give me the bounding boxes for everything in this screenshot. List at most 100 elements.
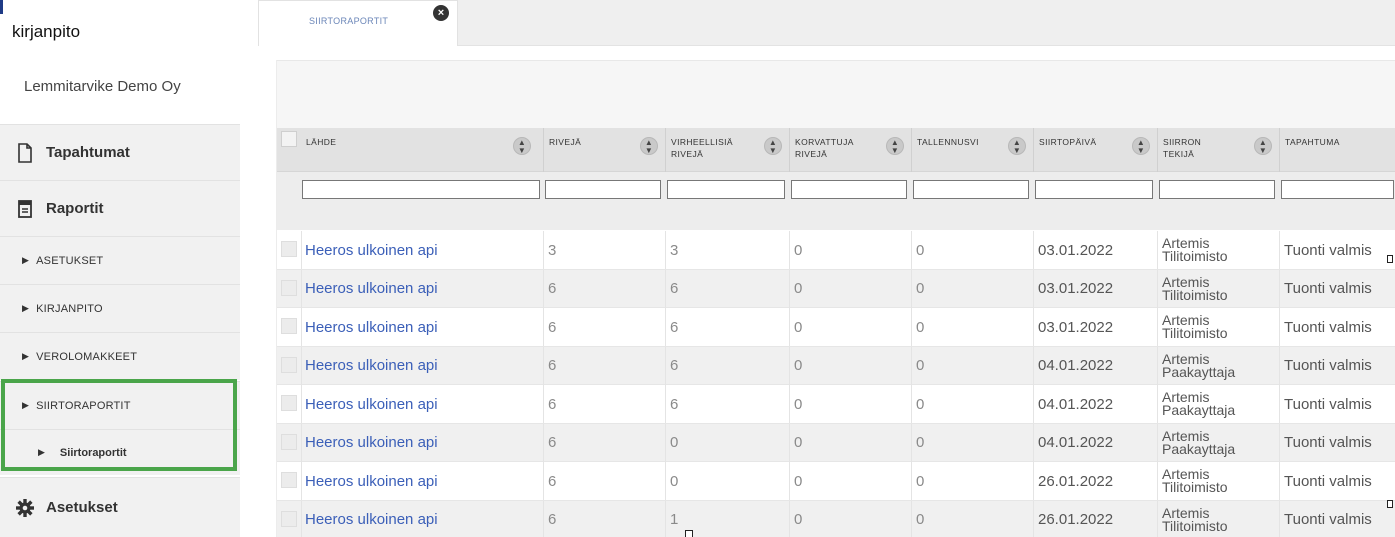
column-header-tapahtuma[interactable]: TAPAHTUMA bbox=[1279, 128, 1395, 172]
table-row[interactable]: Heeros ulkoinen api 3 3 0 0 03.01.2022 Artemis… bbox=[277, 231, 1395, 270]
cell-lahde[interactable]: Heeros ulkoinen api bbox=[301, 269, 543, 308]
sidebar-item-label: SIIRTORAPORTIT bbox=[36, 399, 131, 412]
cell-korvattuja: 0 bbox=[789, 231, 911, 269]
sidebar-item-raportit[interactable]: Raportit bbox=[0, 180, 240, 236]
cell-siirtopaiva: 03.01.2022 bbox=[1033, 231, 1157, 269]
sidebar-item-asetukset-section[interactable]: ▶ ASETUKSET bbox=[0, 236, 240, 284]
row-checkbox[interactable] bbox=[281, 510, 297, 527]
caret-right-icon: ▶ bbox=[22, 351, 30, 361]
row-checkbox[interactable] bbox=[281, 279, 297, 296]
sidebar-item-siirtoraportit-section[interactable]: ▶ SIIRTORAPORTIT bbox=[0, 381, 240, 429]
cell-virheellisia: 0 bbox=[665, 462, 789, 500]
table-row[interactable]: Heeros ulkoinen api 6 0 0 0 26.01.2022 Artemis… bbox=[277, 462, 1395, 501]
cell-siirtopaiva: 26.01.2022 bbox=[1033, 462, 1157, 500]
resize-handle[interactable] bbox=[685, 530, 693, 537]
cell-lahde[interactable]: Heeros ulkoinen api bbox=[301, 308, 543, 346]
sort-icon[interactable]: ▲ ▼ bbox=[1008, 137, 1026, 155]
column-header-lahde[interactable]: LÄHDE ▲ ▼ bbox=[301, 128, 543, 172]
sort-icon[interactable]: ▲ ▼ bbox=[1254, 137, 1272, 155]
sort-icon[interactable]: ▲ ▼ bbox=[1132, 137, 1150, 155]
row-checkbox[interactable] bbox=[281, 356, 297, 373]
table-row[interactable]: Heeros ulkoinen api 6 6 0 0 04.01.2022 Artemis… bbox=[277, 346, 1395, 385]
sidebar-item-label: Raportit bbox=[46, 200, 104, 217]
sort-icon[interactable]: ▲ ▼ bbox=[886, 137, 904, 155]
filter-input-tapahtuma[interactable] bbox=[1281, 180, 1394, 199]
tab-siirtoraportit[interactable]: SIIRTORAPORTIT × bbox=[258, 0, 458, 46]
main-area: SIIRTORAPORTIT × LÄHDE ▲ ▼ RIVEJÄ ▲ ▼ VIRH… bbox=[240, 0, 1395, 537]
cell-virheellisia: 0 bbox=[665, 423, 789, 462]
brand-accent-bar bbox=[0, 0, 3, 14]
tab-label: SIIRTORAPORTIT bbox=[309, 16, 389, 26]
document-icon bbox=[14, 142, 36, 164]
column-header-tallennus[interactable]: TALLENNUSVI ▲ ▼ bbox=[911, 128, 1033, 172]
author-line: Tilitoimisto bbox=[1162, 286, 1228, 303]
table-row[interactable]: Heeros ulkoinen api 6 1 0 0 26.01.2022 Artemis… bbox=[277, 500, 1395, 537]
resize-handle[interactable] bbox=[1387, 255, 1393, 263]
sort-icon[interactable]: ▲ ▼ bbox=[764, 137, 782, 155]
table-row[interactable]: Heeros ulkoinen api 6 6 0 0 04.01.2022 Artemis… bbox=[277, 385, 1395, 424]
column-header-korvattuja[interactable]: KORVATTUJA RIVEJÄ ▲ ▼ bbox=[789, 128, 911, 172]
cell-tapahtuma: Tuonti valmis bbox=[1279, 346, 1395, 385]
sidebar-item-siirtoraportit[interactable]: ▶ Siirtoraportit bbox=[0, 429, 240, 475]
sidebar-item-label: Siirtoraportit bbox=[59, 446, 127, 459]
filter-input-lahde[interactable] bbox=[302, 180, 540, 199]
cell-lahde[interactable]: Heeros ulkoinen api bbox=[301, 385, 543, 423]
cell-tapahtuma: Tuonti valmis bbox=[1279, 423, 1395, 462]
sort-icon[interactable]: ▲ ▼ bbox=[640, 137, 658, 155]
row-checkbox[interactable] bbox=[281, 472, 297, 488]
sidebar-item-kirjanpito[interactable]: ▶ KIRJANPITO bbox=[0, 284, 240, 332]
row-checkbox[interactable] bbox=[281, 318, 297, 334]
author-line: Tilitoimisto bbox=[1162, 479, 1228, 495]
cell-tallennus: 0 bbox=[911, 423, 1033, 462]
filter-input-siirtopaiva[interactable] bbox=[1035, 180, 1153, 199]
cell-korvattuja: 0 bbox=[789, 423, 911, 462]
cell-riveja: 3 bbox=[543, 231, 665, 269]
row-checkbox[interactable] bbox=[281, 433, 297, 450]
cell-tapahtuma: Tuonti valmis bbox=[1279, 269, 1395, 308]
cell-riveja: 6 bbox=[543, 385, 665, 423]
sidebar-item-asetukset[interactable]: Asetukset bbox=[0, 477, 240, 537]
cell-virheellisia: 6 bbox=[665, 308, 789, 346]
sort-icon[interactable]: ▲ ▼ bbox=[513, 137, 531, 155]
cell-riveja: 6 bbox=[543, 346, 665, 385]
author-line: Paakayttaja bbox=[1162, 440, 1236, 457]
cell-lahde[interactable]: Heeros ulkoinen api bbox=[301, 231, 543, 269]
filter-input-tallennus[interactable] bbox=[913, 180, 1029, 199]
row-checkbox[interactable] bbox=[281, 241, 297, 257]
filter-input-virheellisia[interactable] bbox=[667, 180, 785, 199]
column-header-siirron-tekija[interactable]: SIIRRON TEKIJÄ ▲ ▼ bbox=[1157, 128, 1279, 172]
cell-siirtopaiva: 03.01.2022 bbox=[1033, 308, 1157, 346]
filter-input-korvattuja[interactable] bbox=[791, 180, 907, 199]
cell-siirtopaiva: 04.01.2022 bbox=[1033, 385, 1157, 423]
table-row[interactable]: Heeros ulkoinen api 6 0 0 0 04.01.2022 Artemis… bbox=[277, 423, 1395, 462]
column-header-siirtopaiva[interactable]: SIIRTOPÄIVÄ ▲ ▼ bbox=[1033, 128, 1157, 172]
filter-input-riveja[interactable] bbox=[545, 180, 661, 199]
cell-siirtopaiva: 04.01.2022 bbox=[1033, 423, 1157, 462]
gear-icon bbox=[14, 497, 36, 519]
table-row[interactable]: Heeros ulkoinen api 6 6 0 0 03.01.2022 Artemis… bbox=[277, 308, 1395, 347]
author-line: Tilitoimisto bbox=[1162, 517, 1228, 534]
select-all-checkbox[interactable] bbox=[281, 131, 297, 147]
panel-toolbar bbox=[277, 60, 1395, 128]
row-checkbox[interactable] bbox=[281, 395, 297, 411]
table-row[interactable]: Heeros ulkoinen api 6 6 0 0 03.01.2022 Artemis… bbox=[277, 269, 1395, 308]
company-name[interactable]: Lemmitarvike Demo Oy bbox=[24, 78, 181, 95]
sidebar-item-tapahtumat[interactable]: Tapahtumat bbox=[0, 124, 240, 180]
cell-virheellisia: 6 bbox=[665, 269, 789, 308]
resize-handle[interactable] bbox=[1387, 500, 1393, 508]
cell-lahde[interactable]: Heeros ulkoinen api bbox=[301, 423, 543, 462]
cell-lahde[interactable]: Heeros ulkoinen api bbox=[301, 462, 543, 500]
cell-siirron-tekija: Artemis Tilitoimisto bbox=[1157, 462, 1279, 500]
sidebar-item-verolomakkeet[interactable]: ▶ VEROLOMAKKEET bbox=[0, 332, 240, 380]
sidebar-item-label: ASETUKSET bbox=[36, 254, 104, 267]
cell-tallennus: 0 bbox=[911, 385, 1033, 423]
column-header-riveja[interactable]: RIVEJÄ ▲ ▼ bbox=[543, 128, 665, 172]
cell-lahde[interactable]: Heeros ulkoinen api bbox=[301, 346, 543, 385]
sidebar: kirjanpito Lemmitarvike Demo Oy Tapahtum… bbox=[0, 0, 240, 537]
cell-lahde[interactable]: Heeros ulkoinen api bbox=[301, 500, 543, 537]
close-icon[interactable]: × bbox=[433, 5, 449, 21]
column-header-virheellisia[interactable]: VIRHEELLISIÄ RIVEJÄ ▲ ▼ bbox=[665, 128, 789, 172]
cell-siirron-tekija: Artemis Tilitoimisto bbox=[1157, 308, 1279, 346]
report-icon bbox=[14, 198, 36, 220]
filter-input-siirron-tekija[interactable] bbox=[1159, 180, 1275, 199]
